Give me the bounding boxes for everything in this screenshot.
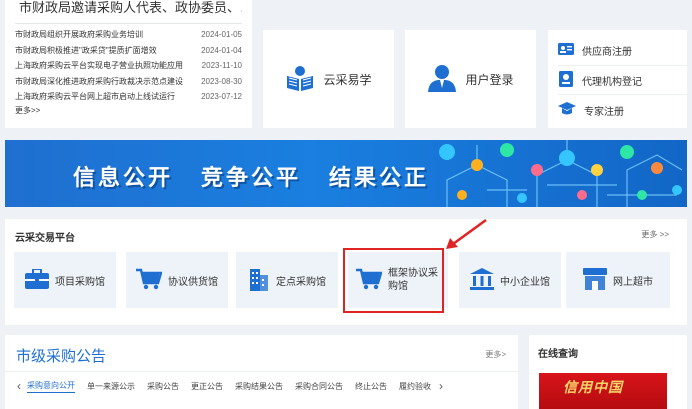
tab-intention[interactable]: 采购意向公开 xyxy=(27,380,75,393)
news-title[interactable]: 上海政府采购云平台网上超市启动上线试运行 xyxy=(15,89,175,105)
divider xyxy=(5,371,518,372)
reader-icon xyxy=(285,64,315,95)
graduation-cap-icon xyxy=(558,101,576,119)
tab-single-source[interactable]: 单一来源公示 xyxy=(87,381,135,392)
tab-result[interactable]: 采购结果公告 xyxy=(235,381,283,392)
news-panel: 市财政局邀请采购人代表、政协委员、… 市财政局组织开展政府采购业务培训 2024-… xyxy=(5,0,252,128)
news-title[interactable]: 市财政局深化推进政府采购行政裁决示范点建设 xyxy=(15,74,183,90)
news-title[interactable]: 市财政局积极推进"政采贷"提质扩面增效 xyxy=(15,43,157,59)
announce-tabs: ‹ 采购意向公开 单一来源公示 采购公告 更正公告 采购结果公告 采购合同公告 … xyxy=(17,379,443,393)
list-item[interactable]: 市财政局组织开展政府采购业务培训 2024-01-05 xyxy=(15,27,242,43)
learn-tile[interactable]: 云采易学 xyxy=(263,30,394,128)
project-procurement-tile[interactable]: 项目采购馆 xyxy=(14,252,116,308)
network-graphic xyxy=(439,140,683,207)
agency-register-label: 代理机构登记 xyxy=(582,76,642,88)
online-mall-tile[interactable]: 网上超市 xyxy=(566,252,670,308)
slogan-1: 信息公开 xyxy=(73,165,174,190)
learn-label: 云采易学 xyxy=(323,72,372,87)
supplier-register-label: 供应商注册 xyxy=(582,46,632,58)
news-headline[interactable]: 市财政局邀请采购人代表、政协委员、… xyxy=(15,0,242,24)
expert-register-link[interactable]: 专家注册 xyxy=(558,95,687,125)
tile-label: 定点采购馆 xyxy=(276,276,326,288)
agency-register-link[interactable]: 代理机构登记 xyxy=(558,65,687,95)
announce-more-link[interactable]: 更多> xyxy=(485,349,506,360)
chevron-left-icon[interactable]: ‹ xyxy=(17,379,21,393)
list-item[interactable]: 上海政府采购云平台网上超市启动上线试运行 2023-07-12 xyxy=(15,89,242,105)
supplier-register-link[interactable]: 供应商注册 xyxy=(558,35,687,65)
login-label: 用户登录 xyxy=(465,72,514,87)
list-item[interactable]: 市财政局积极推进"政采贷"提质扩面增效 2024-01-04 xyxy=(15,43,242,59)
news-title[interactable]: 上海政府采购云平台实现电子营业执照功能应用 xyxy=(15,58,183,74)
chevron-right-icon[interactable]: › xyxy=(439,379,443,393)
online-query: 在线查询 信用中国 xyxy=(529,335,687,409)
banner[interactable]: 信息公开 竞争公平 结果公正 xyxy=(5,140,687,207)
news-date: 2023-07-12 xyxy=(201,92,242,102)
news-list: 市财政局组织开展政府采购业务培训 2024-01-05 市财政局积极推进"政采贷"… xyxy=(15,27,242,105)
tab-contract[interactable]: 采购合同公告 xyxy=(295,381,343,392)
tab-correction[interactable]: 更正公告 xyxy=(191,381,223,392)
slogan-2: 竞争公平 xyxy=(201,165,302,190)
tile-label: 网上超市 xyxy=(613,276,653,288)
slogan-3: 结果公正 xyxy=(329,165,430,190)
banner-slogan: 信息公开 竞争公平 结果公正 xyxy=(73,160,429,192)
tab-termination[interactable]: 终止公告 xyxy=(355,381,387,392)
user-icon xyxy=(427,64,457,95)
tab-acceptance[interactable]: 履约验收 xyxy=(399,381,431,392)
credit-china-banner[interactable]: 信用中国 xyxy=(539,373,667,409)
cart-icon xyxy=(136,268,163,293)
news-more-link[interactable]: 更多>> xyxy=(15,105,242,117)
login-tile[interactable]: 用户登录 xyxy=(405,30,536,128)
list-item[interactable]: 市财政局深化推进政府采购行政裁决示范点建设 2023-08-30 xyxy=(15,74,242,90)
store-icon xyxy=(583,267,607,293)
city-announcements: 市级采购公告 更多> ‹ 采购意向公开 单一来源公示 采购公告 更正公告 采购结… xyxy=(5,335,518,409)
agreement-supply-tile[interactable]: 协议供货馆 xyxy=(126,252,228,308)
news-date: 2023-08-30 xyxy=(201,76,242,86)
news-date: 2023-11-10 xyxy=(201,61,242,71)
news-date: 2024-01-04 xyxy=(201,45,242,55)
tab-procurement[interactable]: 采购公告 xyxy=(147,381,179,392)
news-title[interactable]: 市财政局组织开展政府采购业务培训 xyxy=(15,27,143,43)
news-date: 2024-01-05 xyxy=(201,30,242,39)
list-item[interactable]: 上海政府采购云平台实现电子营业执照功能应用 2023-11-10 xyxy=(15,58,242,74)
highlight-box xyxy=(343,248,444,313)
sme-tile[interactable]: 中小企业馆 xyxy=(459,252,561,308)
building-icon xyxy=(248,267,270,294)
badge-icon xyxy=(558,70,574,90)
tile-label: 协议供货馆 xyxy=(168,276,218,288)
tile-label: 中小企业馆 xyxy=(500,276,550,288)
register-panel: 供应商注册 代理机构登记 专家注册 xyxy=(548,30,687,128)
designated-procurement-tile[interactable]: 定点采购馆 xyxy=(236,252,338,308)
expert-register-label: 专家注册 xyxy=(584,106,624,118)
id-card-icon xyxy=(558,42,574,59)
credit-china-logo: 信用中国 xyxy=(563,379,623,395)
tile-label: 项目采购馆 xyxy=(55,276,105,288)
institution-icon xyxy=(470,267,494,293)
platform-title: 云采交易平台 xyxy=(15,233,75,244)
platform-more-link[interactable]: 更多 >> xyxy=(641,229,669,240)
announce-title: 市级采购公告 xyxy=(16,348,107,365)
online-title: 在线查询 xyxy=(538,349,578,360)
briefcase-icon xyxy=(25,267,49,292)
